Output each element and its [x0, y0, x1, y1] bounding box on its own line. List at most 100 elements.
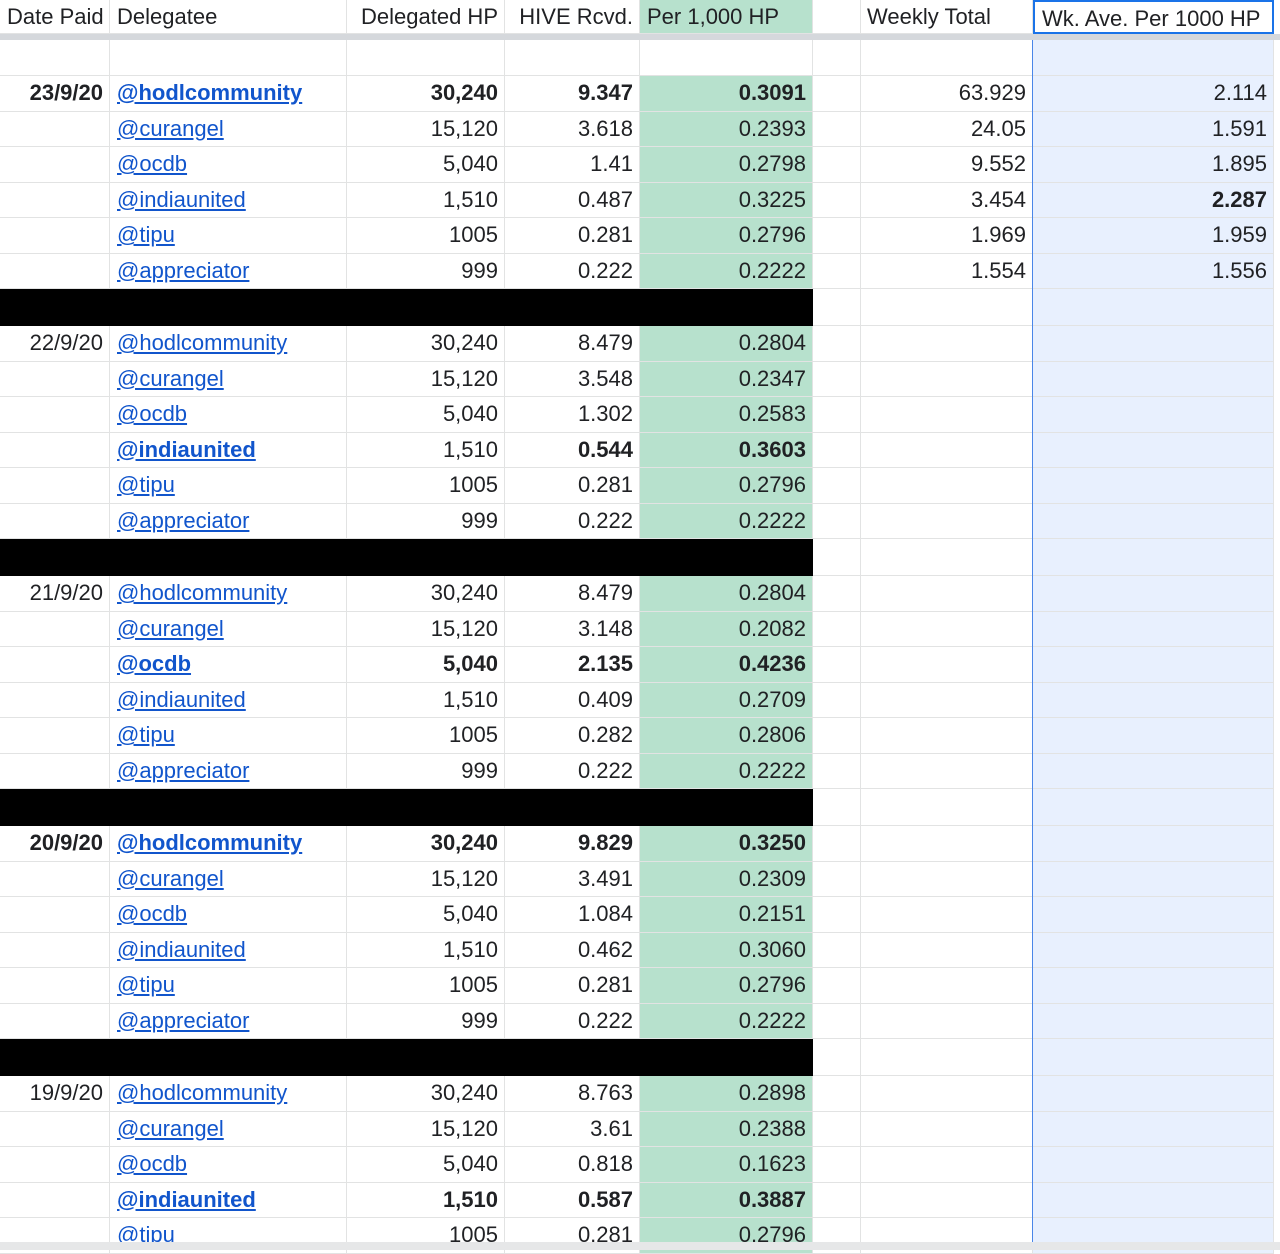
- delegated-hp-cell[interactable]: 30,240: [347, 76, 505, 112]
- empty-cell[interactable]: [813, 1111, 861, 1147]
- hive-rcvd-cell[interactable]: 0.281: [505, 468, 640, 504]
- weekly-total-cell[interactable]: 3.454: [861, 182, 1033, 218]
- weekly-total-cell[interactable]: [861, 861, 1033, 897]
- wk-ave-cell[interactable]: 2.114: [1033, 76, 1274, 112]
- empty-cell[interactable]: [813, 326, 861, 362]
- delegated-hp-cell[interactable]: 5,040: [347, 647, 505, 683]
- delegatee-link[interactable]: @appreciator: [110, 753, 347, 789]
- hive-rcvd-cell[interactable]: 0.222: [505, 503, 640, 539]
- empty-cell[interactable]: [110, 40, 347, 76]
- empty-cell[interactable]: [861, 1039, 1033, 1076]
- wk-ave-cell[interactable]: [1033, 361, 1274, 397]
- hive-rcvd-cell[interactable]: 0.409: [505, 682, 640, 718]
- per-1000-hp-cell[interactable]: 0.2347: [640, 361, 813, 397]
- header-wk-ave-per-1000-hp[interactable]: Wk. Ave. Per 1000 HP: [1033, 0, 1274, 34]
- weekly-total-cell[interactable]: [861, 611, 1033, 647]
- hive-rcvd-cell[interactable]: 9.829: [505, 826, 640, 862]
- hive-rcvd-cell[interactable]: 0.281: [505, 218, 640, 254]
- empty-cell[interactable]: [813, 789, 861, 826]
- empty-cell[interactable]: [1033, 789, 1274, 826]
- empty-cell[interactable]: [347, 40, 505, 76]
- delegatee-link[interactable]: @curangel: [110, 1111, 347, 1147]
- delegatee-link[interactable]: @indiaunited: [110, 682, 347, 718]
- empty-cell[interactable]: [861, 789, 1033, 826]
- weekly-total-cell[interactable]: [861, 1147, 1033, 1183]
- delegatee-link[interactable]: @tipu: [110, 218, 347, 254]
- date-cell[interactable]: [0, 1111, 110, 1147]
- wk-ave-cell[interactable]: [1033, 861, 1274, 897]
- empty-cell[interactable]: [813, 861, 861, 897]
- hive-rcvd-cell[interactable]: 3.491: [505, 861, 640, 897]
- weekly-total-cell[interactable]: 24.05: [861, 111, 1033, 147]
- weekly-total-cell[interactable]: [861, 897, 1033, 933]
- delegatee-link[interactable]: @ocdb: [110, 397, 347, 433]
- per-1000-hp-cell[interactable]: 0.1623: [640, 1147, 813, 1183]
- per-1000-hp-cell[interactable]: 0.2796: [640, 218, 813, 254]
- wk-ave-cell[interactable]: [1033, 1111, 1274, 1147]
- empty-cell[interactable]: [813, 897, 861, 933]
- per-1000-hp-cell[interactable]: 0.3091: [640, 76, 813, 112]
- wk-ave-cell[interactable]: [1033, 397, 1274, 433]
- delegatee-link[interactable]: @appreciator: [110, 253, 347, 289]
- hive-rcvd-cell[interactable]: 8.479: [505, 576, 640, 612]
- empty-cell[interactable]: [813, 253, 861, 289]
- hive-rcvd-cell[interactable]: 8.479: [505, 326, 640, 362]
- delegatee-link[interactable]: @indiaunited: [110, 182, 347, 218]
- per-1000-hp-cell[interactable]: 0.2388: [640, 1111, 813, 1147]
- delegated-hp-cell[interactable]: 30,240: [347, 576, 505, 612]
- per-1000-hp-cell[interactable]: 0.2806: [640, 718, 813, 754]
- empty-cell[interactable]: [813, 611, 861, 647]
- date-cell[interactable]: [0, 861, 110, 897]
- delegated-hp-cell[interactable]: 5,040: [347, 897, 505, 933]
- delegatee-link[interactable]: @hodlcommunity: [110, 76, 347, 112]
- weekly-total-cell[interactable]: [861, 1111, 1033, 1147]
- delegatee-link[interactable]: @tipu: [110, 468, 347, 504]
- header-hive-rcvd[interactable]: HIVE Rcvd.: [505, 0, 640, 34]
- delegatee-link[interactable]: @ocdb: [110, 897, 347, 933]
- wk-ave-cell[interactable]: [1033, 468, 1274, 504]
- delegatee-link[interactable]: @curangel: [110, 111, 347, 147]
- wk-ave-cell[interactable]: 1.556: [1033, 253, 1274, 289]
- empty-cell[interactable]: [0, 40, 110, 76]
- hive-rcvd-cell[interactable]: 0.587: [505, 1182, 640, 1218]
- wk-ave-cell[interactable]: [1033, 968, 1274, 1004]
- date-cell[interactable]: [0, 147, 110, 183]
- wk-ave-cell[interactable]: [1033, 1182, 1274, 1218]
- weekly-total-cell[interactable]: [861, 1076, 1033, 1112]
- per-1000-hp-cell[interactable]: 0.3250: [640, 826, 813, 862]
- delegatee-link[interactable]: @indiaunited: [110, 432, 347, 468]
- weekly-total-cell[interactable]: [861, 753, 1033, 789]
- wk-ave-cell[interactable]: [1033, 932, 1274, 968]
- delegated-hp-cell[interactable]: 30,240: [347, 826, 505, 862]
- hive-rcvd-cell[interactable]: 9.347: [505, 76, 640, 112]
- hive-rcvd-cell[interactable]: 3.148: [505, 611, 640, 647]
- horizontal-scrollbar[interactable]: [0, 1242, 1280, 1250]
- delegated-hp-cell[interactable]: 999: [347, 753, 505, 789]
- date-cell[interactable]: [0, 647, 110, 683]
- delegatee-link[interactable]: @ocdb: [110, 147, 347, 183]
- per-1000-hp-cell[interactable]: 0.3603: [640, 432, 813, 468]
- delegatee-link[interactable]: @appreciator: [110, 503, 347, 539]
- wk-ave-cell[interactable]: [1033, 753, 1274, 789]
- wk-ave-cell[interactable]: [1033, 1076, 1274, 1112]
- empty-cell[interactable]: [813, 182, 861, 218]
- weekly-total-cell[interactable]: [861, 468, 1033, 504]
- delegated-hp-cell[interactable]: 1005: [347, 468, 505, 504]
- date-cell[interactable]: [0, 1003, 110, 1039]
- per-1000-hp-cell[interactable]: 0.2709: [640, 682, 813, 718]
- weekly-total-cell[interactable]: [861, 361, 1033, 397]
- empty-cell[interactable]: [813, 753, 861, 789]
- delegated-hp-cell[interactable]: 999: [347, 1003, 505, 1039]
- weekly-total-cell[interactable]: [861, 326, 1033, 362]
- date-cell[interactable]: [0, 397, 110, 433]
- empty-cell[interactable]: [813, 397, 861, 433]
- hive-rcvd-cell[interactable]: 2.135: [505, 647, 640, 683]
- per-1000-hp-cell[interactable]: 0.2798: [640, 147, 813, 183]
- empty-cell[interactable]: [861, 289, 1033, 326]
- delegatee-link[interactable]: @hodlcommunity: [110, 826, 347, 862]
- weekly-total-cell[interactable]: [861, 647, 1033, 683]
- per-1000-hp-cell[interactable]: 0.2804: [640, 326, 813, 362]
- empty-cell[interactable]: [813, 932, 861, 968]
- header-weekly-total[interactable]: Weekly Total: [861, 0, 1033, 34]
- header-delegated-hp[interactable]: Delegated HP: [347, 0, 505, 34]
